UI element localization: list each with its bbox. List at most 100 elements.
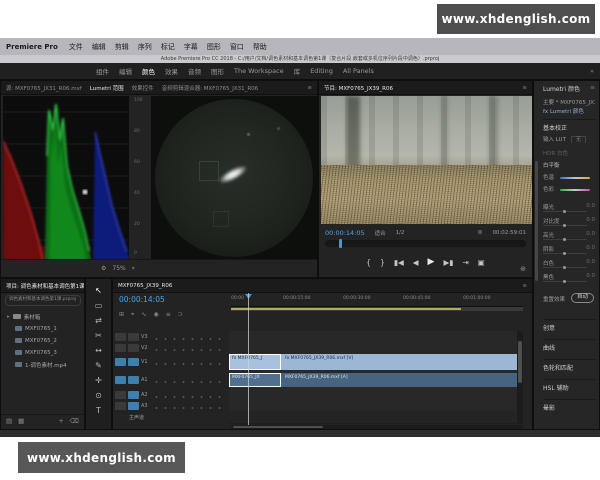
panel-menu-icon[interactable]: ≡ [522,283,527,289]
program-timecode[interactable]: 00:00:14:05 [325,229,365,237]
panel-menu-icon[interactable]: ≡ [590,84,595,91]
program-settings-icon[interactable]: ⚙ [478,230,483,236]
source-patch-button[interactable] [115,375,126,384]
workspace-tab-editing[interactable]: 编辑 [119,66,132,76]
go-previous-button[interactable]: ◀ [413,258,419,267]
project-filter-box[interactable]: 调色素材和基本调色第1课.prproj [5,295,81,306]
source-patch-button[interactable] [115,401,126,410]
timeline-settings-icon[interactable]: ≡ [166,311,171,319]
shadows-slider[interactable] [543,252,587,255]
slip-tool[interactable]: ↔ [89,343,109,357]
timeline-horizontal-scrollbar[interactable] [231,425,523,429]
workspace-overflow-icon[interactable]: » [590,67,594,75]
play-button[interactable]: ▶ [428,257,435,267]
lumetri-panel-tab[interactable]: Lumetri 颜色 ≡ [543,84,595,93]
work-area-bar[interactable] [231,308,461,310]
track-toggle-buttons[interactable] [149,401,227,410]
param-value[interactable]: 0.0 [586,273,595,279]
audio-clip-selected-segment[interactable]: MXF0765_JX [229,373,281,387]
timeline-vertical-scrollbar[interactable] [517,331,523,423]
program-fit-select[interactable]: 适合 [375,229,386,237]
menu-file[interactable]: 文件 [69,42,83,52]
panel-menu-icon[interactable]: ≡ [522,85,527,91]
audio-clip[interactable]: MXF0765_JX MXF0765_JX39_R06.mxf [A] [229,373,523,387]
workspace-tab-effects[interactable]: 效果 [165,66,178,76]
track-target-button[interactable] [128,343,139,352]
lumetri-effect-row[interactable]: fx Lumetri 颜色 [543,107,595,115]
track-toggle-buttons[interactable] [149,390,227,399]
exposure-slider[interactable] [543,210,587,213]
selection-tool[interactable]: ↖ [89,283,109,297]
workspace-tab-audio[interactable]: 音频 [188,66,201,76]
workspace-tab-all-panels[interactable]: All Panels [343,67,374,75]
param-value[interactable]: 0.0 [586,217,595,223]
whites-slider[interactable] [543,266,587,269]
menu-help[interactable]: 帮助 [253,42,267,52]
program-scrubber[interactable] [325,239,526,248]
param-value[interactable]: 0.0 [586,231,595,237]
workspace-tab-color[interactable]: 颜色 [142,66,155,76]
list-view-icon[interactable]: ▤ [6,417,12,425]
delete-icon[interactable]: ⌫ [70,417,79,425]
tab-program-monitor[interactable]: 节目: MXF0765_JX39_R06 [324,84,393,92]
list-item-bin[interactable]: ▸ 素材箱 [1,311,92,322]
workspace-tab-libraries[interactable]: 库 [294,66,301,76]
menu-clip[interactable]: 剪辑 [115,42,129,52]
program-resolution-select[interactable]: 1/2 [396,230,405,236]
section-curves[interactable]: 曲线 [543,339,595,352]
input-lut-select[interactable]: 无 [570,136,587,143]
reset-effects-button[interactable]: 重置效果 [543,297,565,303]
menu-window[interactable]: 窗口 [230,42,244,52]
track-target-button[interactable] [128,375,139,384]
param-value[interactable]: 0.0 [586,203,595,209]
playhead-line[interactable] [248,293,249,425]
section-creative[interactable]: 创意 [543,319,595,332]
video-clip[interactable]: fx MXF0765_J fx MXF0765_JX39_R06.mxf [V] [229,354,523,370]
blacks-slider[interactable] [543,280,587,283]
ripple-edit-tool[interactable]: ⇄ [89,313,109,327]
step-back-button[interactable]: ▮◀ [394,258,404,267]
auto-button[interactable]: 自动 [570,293,594,303]
program-playhead-caret[interactable] [339,239,342,248]
track-target-button[interactable] [128,401,139,410]
hand-tool[interactable]: ✛ [89,373,109,387]
tab-lumetri-scopes[interactable]: Lumetri 范围 [90,84,124,92]
tab-audio-clip-mixer[interactable]: 音频剪辑混合器: MXF0765_JX31_R06 [162,84,258,92]
param-value[interactable]: 0.0 [586,245,595,251]
linked-selection-icon[interactable]: ∿ [141,311,146,319]
timeline-display-icon[interactable]: ⊃ [178,311,183,319]
track-toggle-buttons[interactable] [149,357,227,366]
section-color-wheels[interactable]: 色轮和匹配 [543,359,595,372]
section-vignette[interactable]: 晕影 [543,399,595,412]
tint-slider[interactable] [559,188,590,191]
scrollbar-thumb[interactable] [233,426,323,428]
track-toggle-buttons[interactable] [149,343,227,352]
new-bin-icon[interactable]: + [58,417,63,425]
timeline-timecode[interactable]: 00:00:14:05 [119,295,165,304]
scrollbar-thumb[interactable] [518,341,522,383]
menu-graphics[interactable]: 图形 [207,42,221,52]
tab-effect-controls[interactable]: 效果控件 [132,84,154,92]
zoom-tool[interactable]: ⊙ [89,388,109,402]
panel-menu-icon[interactable]: ≡ [307,85,312,91]
pen-tool[interactable]: ✎ [89,358,109,372]
track-toggle-buttons[interactable] [149,375,227,384]
track-target-button[interactable] [128,332,139,341]
export-frame-button[interactable]: ▣ [478,258,485,267]
track-target-button[interactable] [128,357,139,366]
mark-out-button[interactable]: } [380,258,385,267]
nest-icon[interactable]: ⊞ [119,311,124,319]
menu-sequence[interactable]: 序列 [138,42,152,52]
mark-in-button[interactable]: { [366,258,371,267]
tab-source-monitor[interactable]: 源: MXF0765_JX31_R06.mxf [6,84,82,92]
step-forward-button[interactable]: ▶▮ [443,258,453,267]
scopes-settings-icon[interactable]: ⚙ [101,265,106,272]
highlights-slider[interactable] [543,238,587,241]
source-patch-button[interactable] [115,390,126,399]
source-patch-button[interactable] [115,332,126,341]
button-editor-icon[interactable]: ⊕ [520,265,526,273]
video-clip-selected-segment[interactable]: fx MXF0765_J [229,354,281,370]
type-tool[interactable]: T [89,403,109,417]
source-patch-button[interactable] [115,343,126,352]
section-hsl-secondary[interactable]: HSL 辅助 [543,379,595,392]
